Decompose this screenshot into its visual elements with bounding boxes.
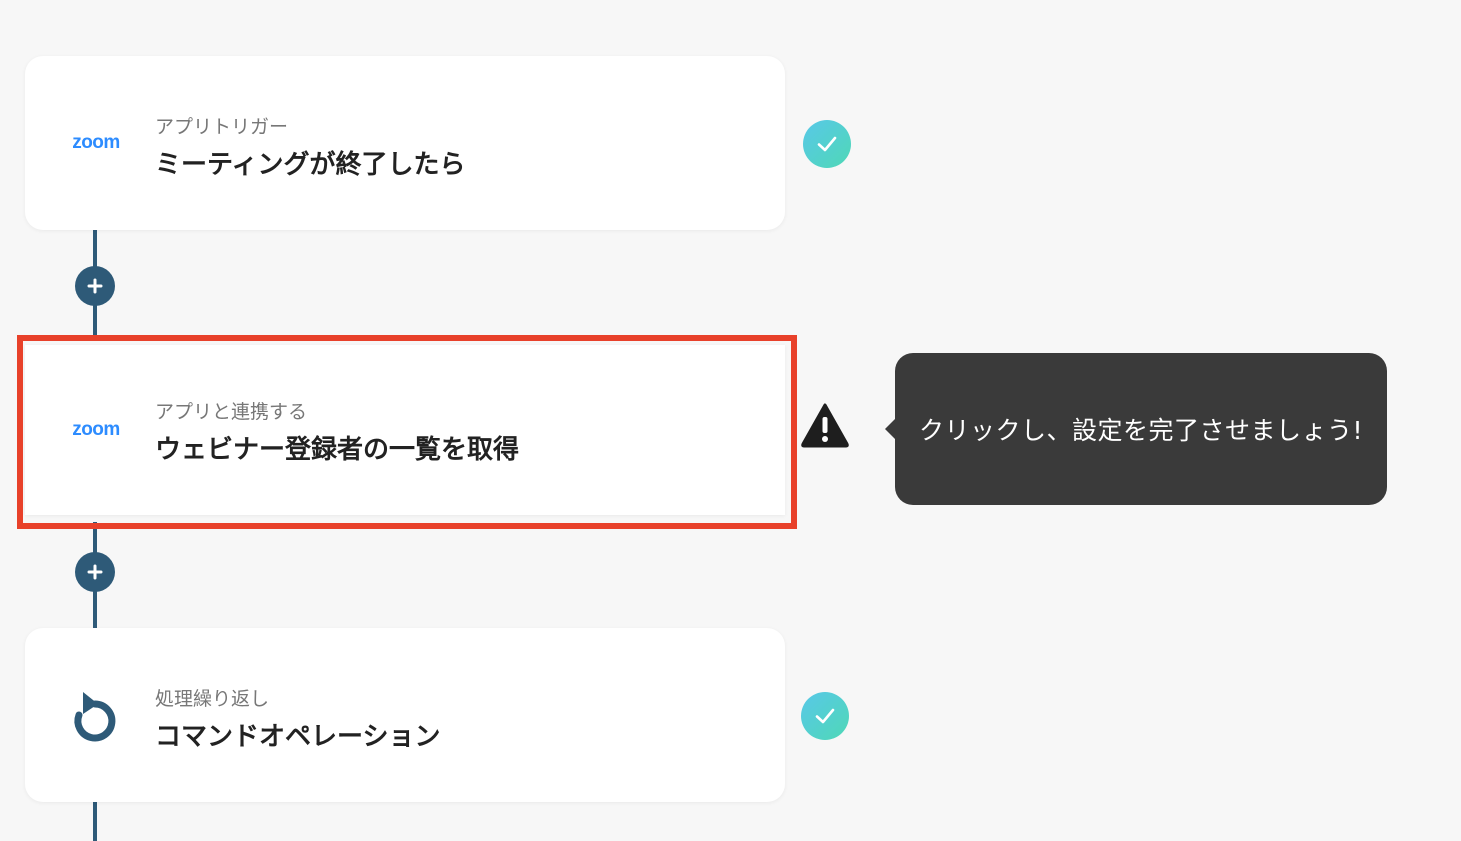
step-type-label: 処理繰り返し — [155, 688, 270, 710]
plus-icon — [87, 278, 103, 294]
add-step-button[interactable] — [75, 552, 115, 592]
flow-connector-line — [93, 800, 97, 841]
loop-icon — [69, 688, 121, 744]
zoom-logo-icon: zoom — [72, 132, 120, 153]
flow-step-trigger-card[interactable]: zoom アプリトリガー ミーティングが終了したら — [25, 56, 785, 230]
step-title: ウェビナー登録者の一覧を取得 — [155, 435, 520, 465]
plus-icon — [87, 564, 103, 580]
complete-check-icon — [801, 692, 849, 740]
zoom-logo-icon: zoom — [72, 419, 120, 440]
flow-canvas: zoom アプリトリガー ミーティングが終了したら zoom アプリと連携する … — [0, 0, 1461, 841]
step-type-label: アプリと連携する — [155, 401, 308, 423]
complete-check-icon — [803, 120, 851, 168]
flow-step-loop-card[interactable]: 処理繰り返し コマンドオペレーション — [25, 628, 785, 802]
step-title: ミーティングが終了したら — [155, 150, 466, 180]
warning-icon — [800, 402, 850, 448]
step-title: コマンドオペレーション — [155, 722, 441, 752]
guide-tooltip: クリックし、設定を完了させましょう! — [895, 353, 1387, 505]
add-step-button[interactable] — [75, 266, 115, 306]
step-type-label: アプリトリガー — [155, 116, 289, 138]
flow-step-action-card[interactable]: zoom アプリと連携する ウェビナー登録者の一覧を取得 — [25, 345, 785, 515]
